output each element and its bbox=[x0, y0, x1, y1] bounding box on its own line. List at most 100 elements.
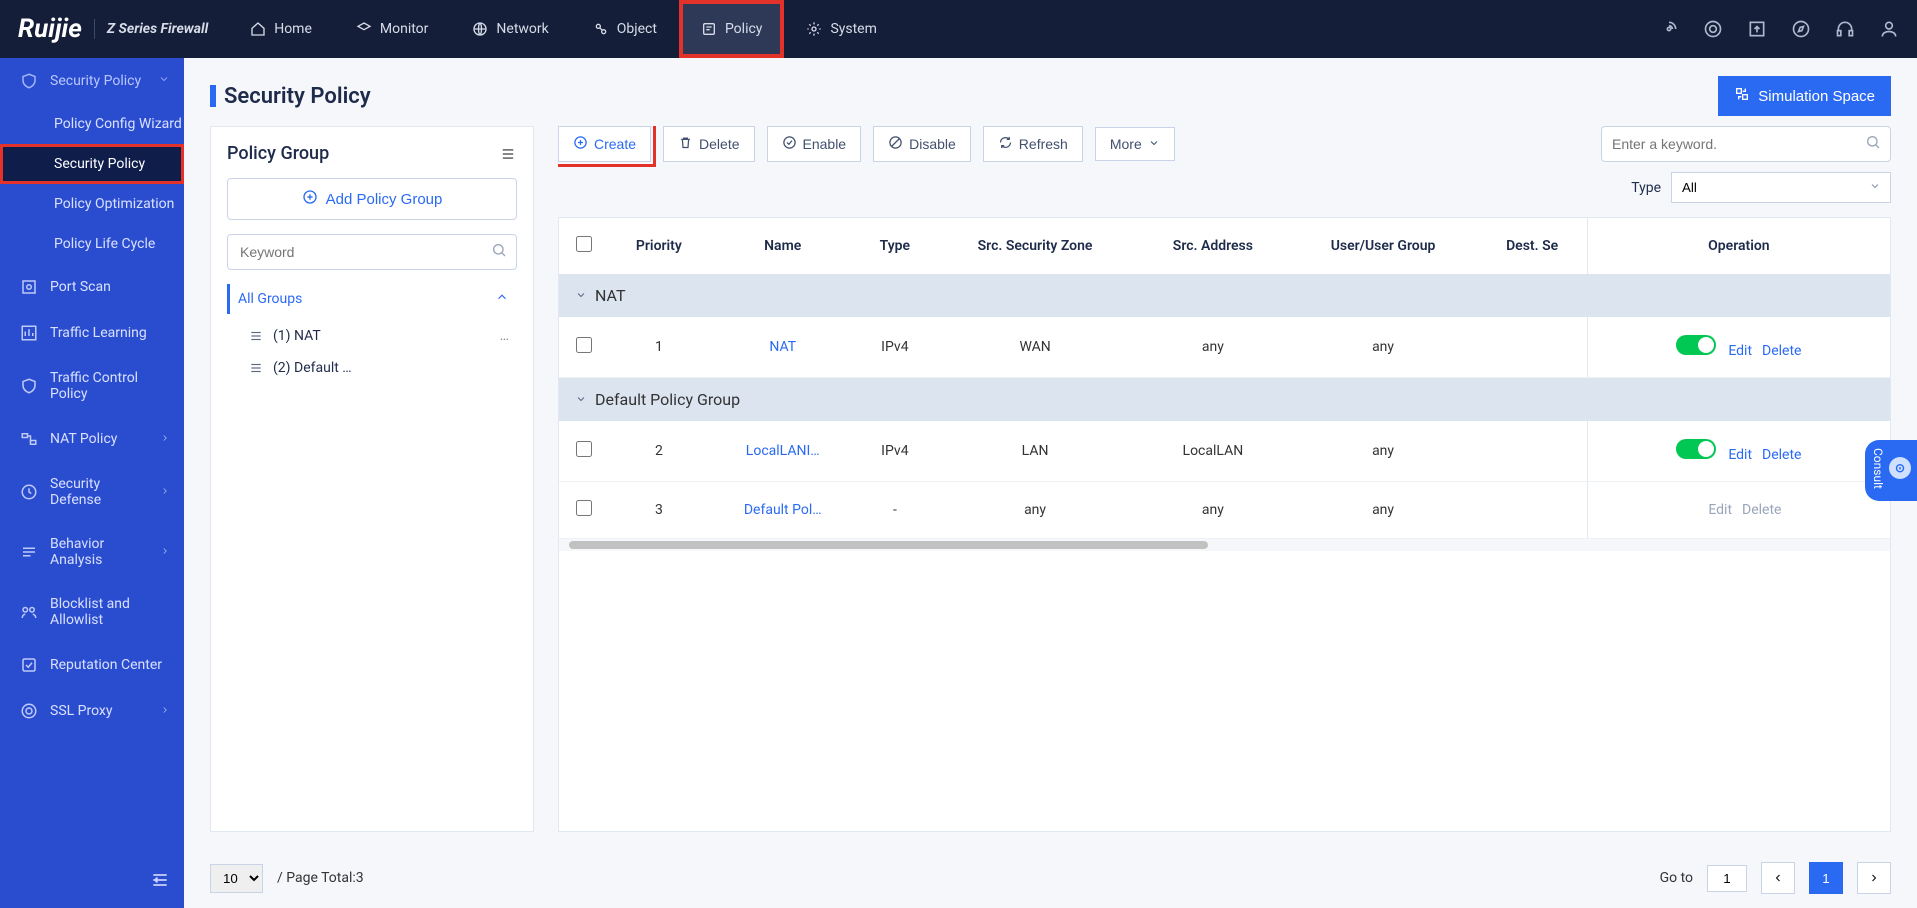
tree-item-default[interactable]: (2) Default … bbox=[243, 352, 517, 384]
page-total-label: / Page Total:3 bbox=[277, 870, 364, 886]
disable-button[interactable]: Disable bbox=[873, 126, 971, 162]
keyword-input[interactable] bbox=[1601, 126, 1891, 162]
sidebar-blocklist-label: Blocklist and Allowlist bbox=[50, 596, 170, 628]
upload-icon[interactable] bbox=[1747, 19, 1767, 39]
row-checkbox[interactable] bbox=[576, 441, 592, 457]
gear-icon bbox=[806, 21, 822, 37]
select-all-checkbox[interactable] bbox=[576, 236, 592, 252]
page-1-button[interactable]: 1 bbox=[1809, 862, 1843, 894]
sidebar-config-wizard[interactable]: Policy Config Wizard bbox=[0, 104, 184, 144]
cell-operation: EditDelete bbox=[1587, 482, 1890, 539]
cell-src-zone: LAN bbox=[933, 421, 1137, 482]
row-toggle[interactable] bbox=[1676, 335, 1716, 355]
simulation-label: Simulation Space bbox=[1758, 88, 1875, 105]
page-title-text: Security Policy bbox=[224, 84, 371, 109]
sidebar-ssl-proxy[interactable]: SSL Proxy bbox=[0, 688, 184, 734]
cell-name-link[interactable]: Default Pol… bbox=[744, 502, 822, 518]
home-icon bbox=[250, 21, 266, 37]
sidebar-traffic-control-label: Traffic Control Policy bbox=[50, 370, 170, 402]
edit-link: Edit bbox=[1708, 502, 1732, 518]
refresh-button[interactable]: Refresh bbox=[983, 126, 1083, 162]
cell-name-link[interactable]: LocalLANI… bbox=[746, 443, 820, 459]
cell-dest-se bbox=[1477, 317, 1587, 378]
user-icon[interactable] bbox=[1879, 19, 1899, 39]
search-icon[interactable] bbox=[1865, 134, 1881, 154]
cell-priority: 2 bbox=[609, 421, 709, 482]
next-page-button[interactable] bbox=[1857, 862, 1891, 894]
chevron-right-icon bbox=[160, 544, 170, 560]
row-checkbox[interactable] bbox=[576, 500, 592, 516]
list-view-icon[interactable] bbox=[499, 147, 517, 161]
sidebar-nat-policy[interactable]: NAT Policy bbox=[0, 416, 184, 462]
row-toggle[interactable] bbox=[1676, 439, 1716, 459]
ssl-icon bbox=[20, 702, 38, 720]
topnav-network[interactable]: Network bbox=[450, 0, 570, 58]
sidebar-security-policy-header[interactable]: Security Policy bbox=[0, 58, 184, 104]
delete-link[interactable]: Delete bbox=[1762, 447, 1801, 463]
more-label: More bbox=[1110, 136, 1142, 152]
page-size-select[interactable]: 10 bbox=[210, 864, 263, 893]
globe-icon[interactable] bbox=[1703, 19, 1723, 39]
type-select[interactable]: All bbox=[1671, 172, 1891, 203]
th-type: Type bbox=[857, 218, 933, 274]
simulation-space-button[interactable]: Simulation Space bbox=[1718, 76, 1891, 116]
tree-item-nat[interactable]: (1) NAT … bbox=[243, 320, 517, 352]
group-search-input[interactable] bbox=[227, 234, 517, 270]
tree-item-more[interactable]: … bbox=[500, 328, 511, 344]
sidebar-policy-optimization[interactable]: Policy Optimization bbox=[0, 184, 184, 224]
sidebar-policy-life-cycle[interactable]: Policy Life Cycle bbox=[0, 224, 184, 264]
sidebar-traffic-control[interactable]: Traffic Control Policy bbox=[0, 356, 184, 416]
sidebar-port-scan[interactable]: Port Scan bbox=[0, 264, 184, 310]
topnav-home[interactable]: Home bbox=[228, 0, 334, 58]
cell-user-group: any bbox=[1289, 421, 1478, 482]
refresh-icon bbox=[998, 135, 1013, 153]
table-row: 3Default Pol…-anyanyanyEditDelete bbox=[559, 482, 1890, 539]
topnav-policy[interactable]: Policy bbox=[679, 0, 785, 58]
prev-page-button[interactable] bbox=[1761, 862, 1795, 894]
search-icon[interactable] bbox=[491, 242, 507, 262]
sidebar-port-scan-label: Port Scan bbox=[50, 279, 111, 295]
tree-root-all-groups[interactable]: All Groups bbox=[227, 284, 517, 314]
compass-icon[interactable] bbox=[1791, 19, 1811, 39]
sidebar-blocklist[interactable]: Blocklist and Allowlist bbox=[0, 582, 184, 642]
delete-button[interactable]: Delete bbox=[663, 126, 754, 162]
cell-user-group: any bbox=[1289, 482, 1478, 539]
create-button[interactable]: Create bbox=[558, 126, 651, 162]
refresh-label: Refresh bbox=[1019, 136, 1068, 152]
group-panel-title: Policy Group bbox=[227, 143, 329, 164]
horizontal-scrollbar[interactable] bbox=[559, 539, 1890, 551]
more-button[interactable]: More bbox=[1095, 127, 1175, 161]
bot-icon: ⊙ bbox=[1889, 457, 1911, 479]
pagination: 10 / Page Total:3 Go to 1 bbox=[184, 848, 1917, 908]
topnav-monitor[interactable]: Monitor bbox=[334, 0, 451, 58]
wifi-icon[interactable] bbox=[1659, 19, 1679, 39]
sidebar-security-policy[interactable]: Security Policy bbox=[0, 144, 184, 184]
chart-icon bbox=[20, 324, 38, 342]
edit-link[interactable]: Edit bbox=[1728, 447, 1752, 463]
headset-icon[interactable] bbox=[1835, 19, 1855, 39]
sidebar-behavior-analysis[interactable]: Behavior Analysis bbox=[0, 522, 184, 582]
defense-icon bbox=[20, 483, 38, 501]
sidebar-security-defense[interactable]: Security Defense bbox=[0, 462, 184, 522]
sidebar-traffic-learning[interactable]: Traffic Learning bbox=[0, 310, 184, 356]
topnav-object[interactable]: Object bbox=[571, 0, 679, 58]
sidebar-ssl-proxy-label: SSL Proxy bbox=[50, 703, 113, 719]
table-group-row[interactable]: Default Policy Group bbox=[559, 378, 1890, 422]
cell-name-link[interactable]: NAT bbox=[769, 339, 796, 355]
delete-link[interactable]: Delete bbox=[1762, 343, 1801, 359]
row-checkbox[interactable] bbox=[576, 337, 592, 353]
edit-link[interactable]: Edit bbox=[1728, 343, 1752, 359]
consult-tab[interactable]: ⊙ Consult bbox=[1865, 440, 1917, 501]
goto-input[interactable] bbox=[1707, 865, 1747, 892]
sidebar-reputation[interactable]: Reputation Center bbox=[0, 642, 184, 688]
add-policy-group-button[interactable]: Add Policy Group bbox=[227, 178, 517, 220]
chevron-up-icon bbox=[495, 290, 509, 308]
policy-group-panel: Policy Group Add Policy Group All Groups bbox=[210, 126, 534, 832]
enable-button[interactable]: Enable bbox=[767, 126, 862, 162]
shell: Security Policy Policy Config Wizard Sec… bbox=[0, 58, 1917, 908]
type-filter: Type All bbox=[558, 172, 1891, 203]
topnav-system[interactable]: System bbox=[784, 0, 898, 58]
scroll-thumb[interactable] bbox=[569, 541, 1208, 549]
collapse-sidebar-icon[interactable] bbox=[150, 870, 170, 894]
table-group-row[interactable]: NAT bbox=[559, 274, 1890, 317]
